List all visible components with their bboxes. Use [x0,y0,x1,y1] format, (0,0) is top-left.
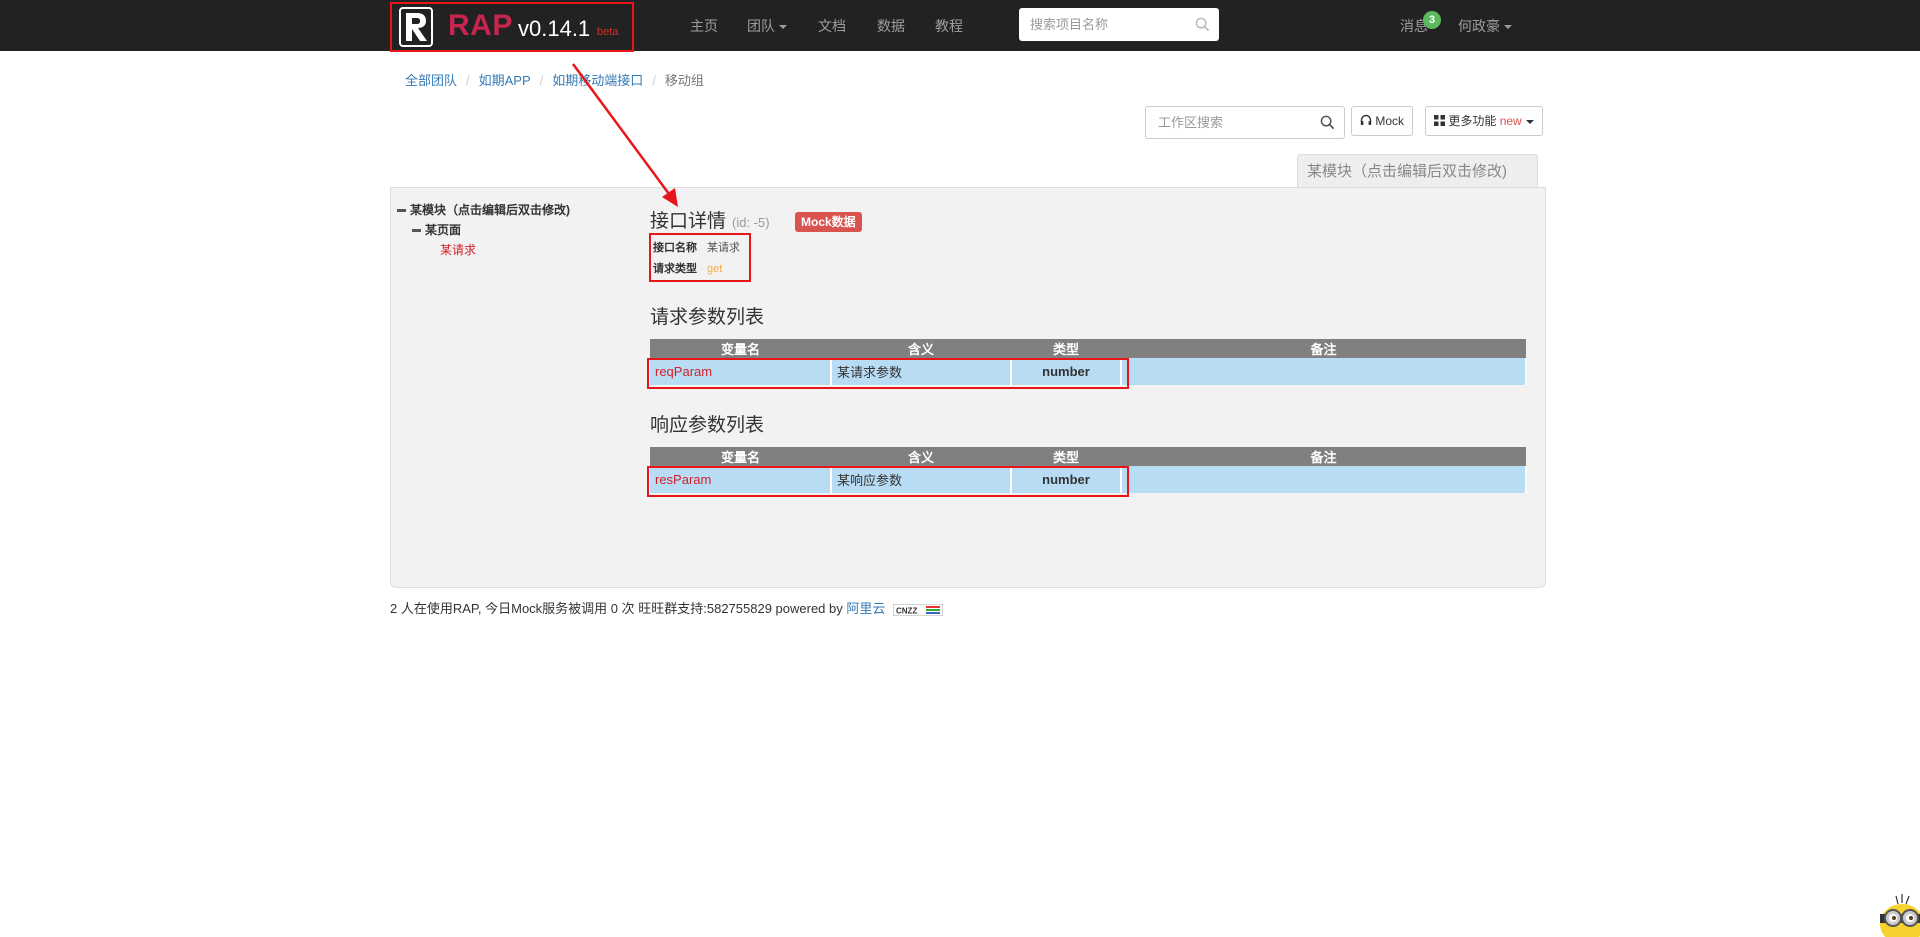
header-meaning: 含义 [831,339,1011,358]
breadcrumb-separator: / [652,73,656,88]
collapse-icon[interactable] [397,209,406,213]
header-var-name: 变量名 [650,447,831,466]
user-menu[interactable]: 何政豪 [1458,16,1512,36]
table-header-row: 变量名 含义 类型 备注 [650,447,1526,466]
table-row[interactable]: reqParam 某请求参数 number [650,358,1527,385]
param-type-cell[interactable]: number [1011,466,1122,493]
header-note: 备注 [1121,339,1526,358]
brand-logo[interactable]: RAP v0.14.1 beta [390,2,634,52]
header-meaning: 含义 [831,447,1011,466]
tree-module[interactable]: 某模块（点击编辑后双击修改) [397,201,570,218]
response-params-title: 响应参数列表 [650,415,765,436]
footer-stats: 2 人在使用RAP, 今日Mock服务被调用 0 次 旺旺群支持:5827558… [390,601,843,616]
header-type: 类型 [1011,339,1121,358]
workspace-search [1145,106,1345,139]
beta-label: beta [597,26,619,38]
request-params-table: 变量名 含义 类型 备注 reqParam 某请求参数 number [650,339,1527,385]
nav-tutorial[interactable]: 教程 [935,16,963,36]
header-var-name: 变量名 [650,339,831,358]
search-icon[interactable] [1320,115,1335,130]
api-type-value: get [707,263,723,275]
breadcrumb-current: 移动组 [664,73,704,88]
brand-version: v0.14.1 [518,16,591,41]
mock-button[interactable]: Mock [1351,106,1414,136]
api-id: (id: -5) [732,215,770,230]
search-icon[interactable] [1195,17,1210,32]
param-type-cell[interactable]: number [1011,358,1122,385]
response-params-table: 变量名 含义 类型 备注 resParam 某响应参数 number [650,447,1527,493]
project-search [1019,8,1219,41]
api-name-key: 接口名称 [653,242,697,254]
more-features-button[interactable]: 更多功能 new [1425,106,1543,136]
request-params-title: 请求参数列表 [650,307,765,328]
top-navbar: RAP v0.14.1 beta 主页 团队 文档 数据 教程 消息 3 何政豪 [0,0,1920,52]
param-note-cell[interactable] [1121,466,1527,493]
api-detail-title-text: 接口详情 [650,211,727,232]
tree-page-label: 某页面 [425,223,462,237]
breadcrumb-separator: / [539,73,544,88]
rap-logo-icon [399,7,433,47]
breadcrumb: 全部团队 / 如期APP / 如期移动端接口 / 移动组 [405,70,704,89]
breadcrumb-api-project[interactable]: 如期移动端接口 [552,73,643,88]
messages-count-badge: 3 [1423,11,1441,29]
param-name-cell[interactable]: reqParam [650,358,832,385]
nav-home[interactable]: 主页 [690,16,718,36]
tree-module-label: 某模块（点击编辑后双击修改) [410,203,570,217]
footer: 2 人在使用RAP, 今日Mock服务被调用 0 次 旺旺群支持:5827558… [390,598,944,617]
workspace-panel: 某模块（点击编辑后双击修改) 某页面 某请求 接口详情 (id: -5) Mock… [390,187,1546,588]
header-note: 备注 [1121,447,1526,466]
header-type: 类型 [1011,447,1121,466]
api-detail-title: 接口详情 (id: -5) [650,206,770,233]
api-name-value: 某请求 [707,242,740,254]
tree-page[interactable]: 某页面 [412,221,461,238]
user-name: 何政豪 [1458,18,1500,34]
nav-data[interactable]: 数据 [877,16,905,36]
api-type-key: 请求类型 [653,263,697,275]
nav-team-label: 团队 [747,18,775,34]
brand-name: RAP [448,9,513,42]
param-name-cell[interactable]: resParam [650,466,832,493]
project-search-input[interactable] [1019,8,1211,41]
collapse-icon[interactable] [412,229,421,233]
param-meaning-cell[interactable]: 某响应参数 [831,466,1012,493]
cnzz-badge[interactable]: CNZZ [893,603,944,616]
chevron-down-icon [779,25,787,30]
new-badge: new [1499,114,1522,128]
api-type-row: 请求类型 get [653,260,722,276]
module-tab[interactable]: 某模块（点击编辑后双击修改) [1297,154,1538,188]
workspace-search-input[interactable] [1146,107,1338,138]
tree-request[interactable]: 某请求 [440,241,476,258]
breadcrumb-separator: / [466,73,470,88]
api-name-row: 接口名称 某请求 [653,239,740,255]
nav-team[interactable]: 团队 [747,16,787,36]
breadcrumb-project[interactable]: 如期APP [479,73,531,88]
chevron-down-icon [1525,119,1534,124]
param-note-cell[interactable] [1121,358,1527,385]
breadcrumb-all-teams[interactable]: 全部团队 [405,73,457,88]
aliyun-link[interactable]: 阿里云 [846,601,885,616]
chevron-down-icon [1504,25,1512,30]
nav-docs[interactable]: 文档 [818,16,846,36]
more-features-label: 更多功能 [1448,114,1497,128]
cnzz-badge-text: CNZZ [896,606,917,615]
headphones-icon [1360,114,1372,125]
api-info-box: 接口名称 某请求 请求类型 get [649,233,751,282]
param-meaning-cell[interactable]: 某请求参数 [831,358,1012,385]
mock-data-label[interactable]: Mock数据 [795,212,862,232]
mock-button-label: Mock [1375,114,1405,128]
table-row[interactable]: resParam 某响应参数 number [650,466,1527,493]
table-header-row: 变量名 含义 类型 备注 [650,339,1526,358]
mascot-icon[interactable] [1868,890,1920,937]
grid-icon [1434,115,1445,126]
